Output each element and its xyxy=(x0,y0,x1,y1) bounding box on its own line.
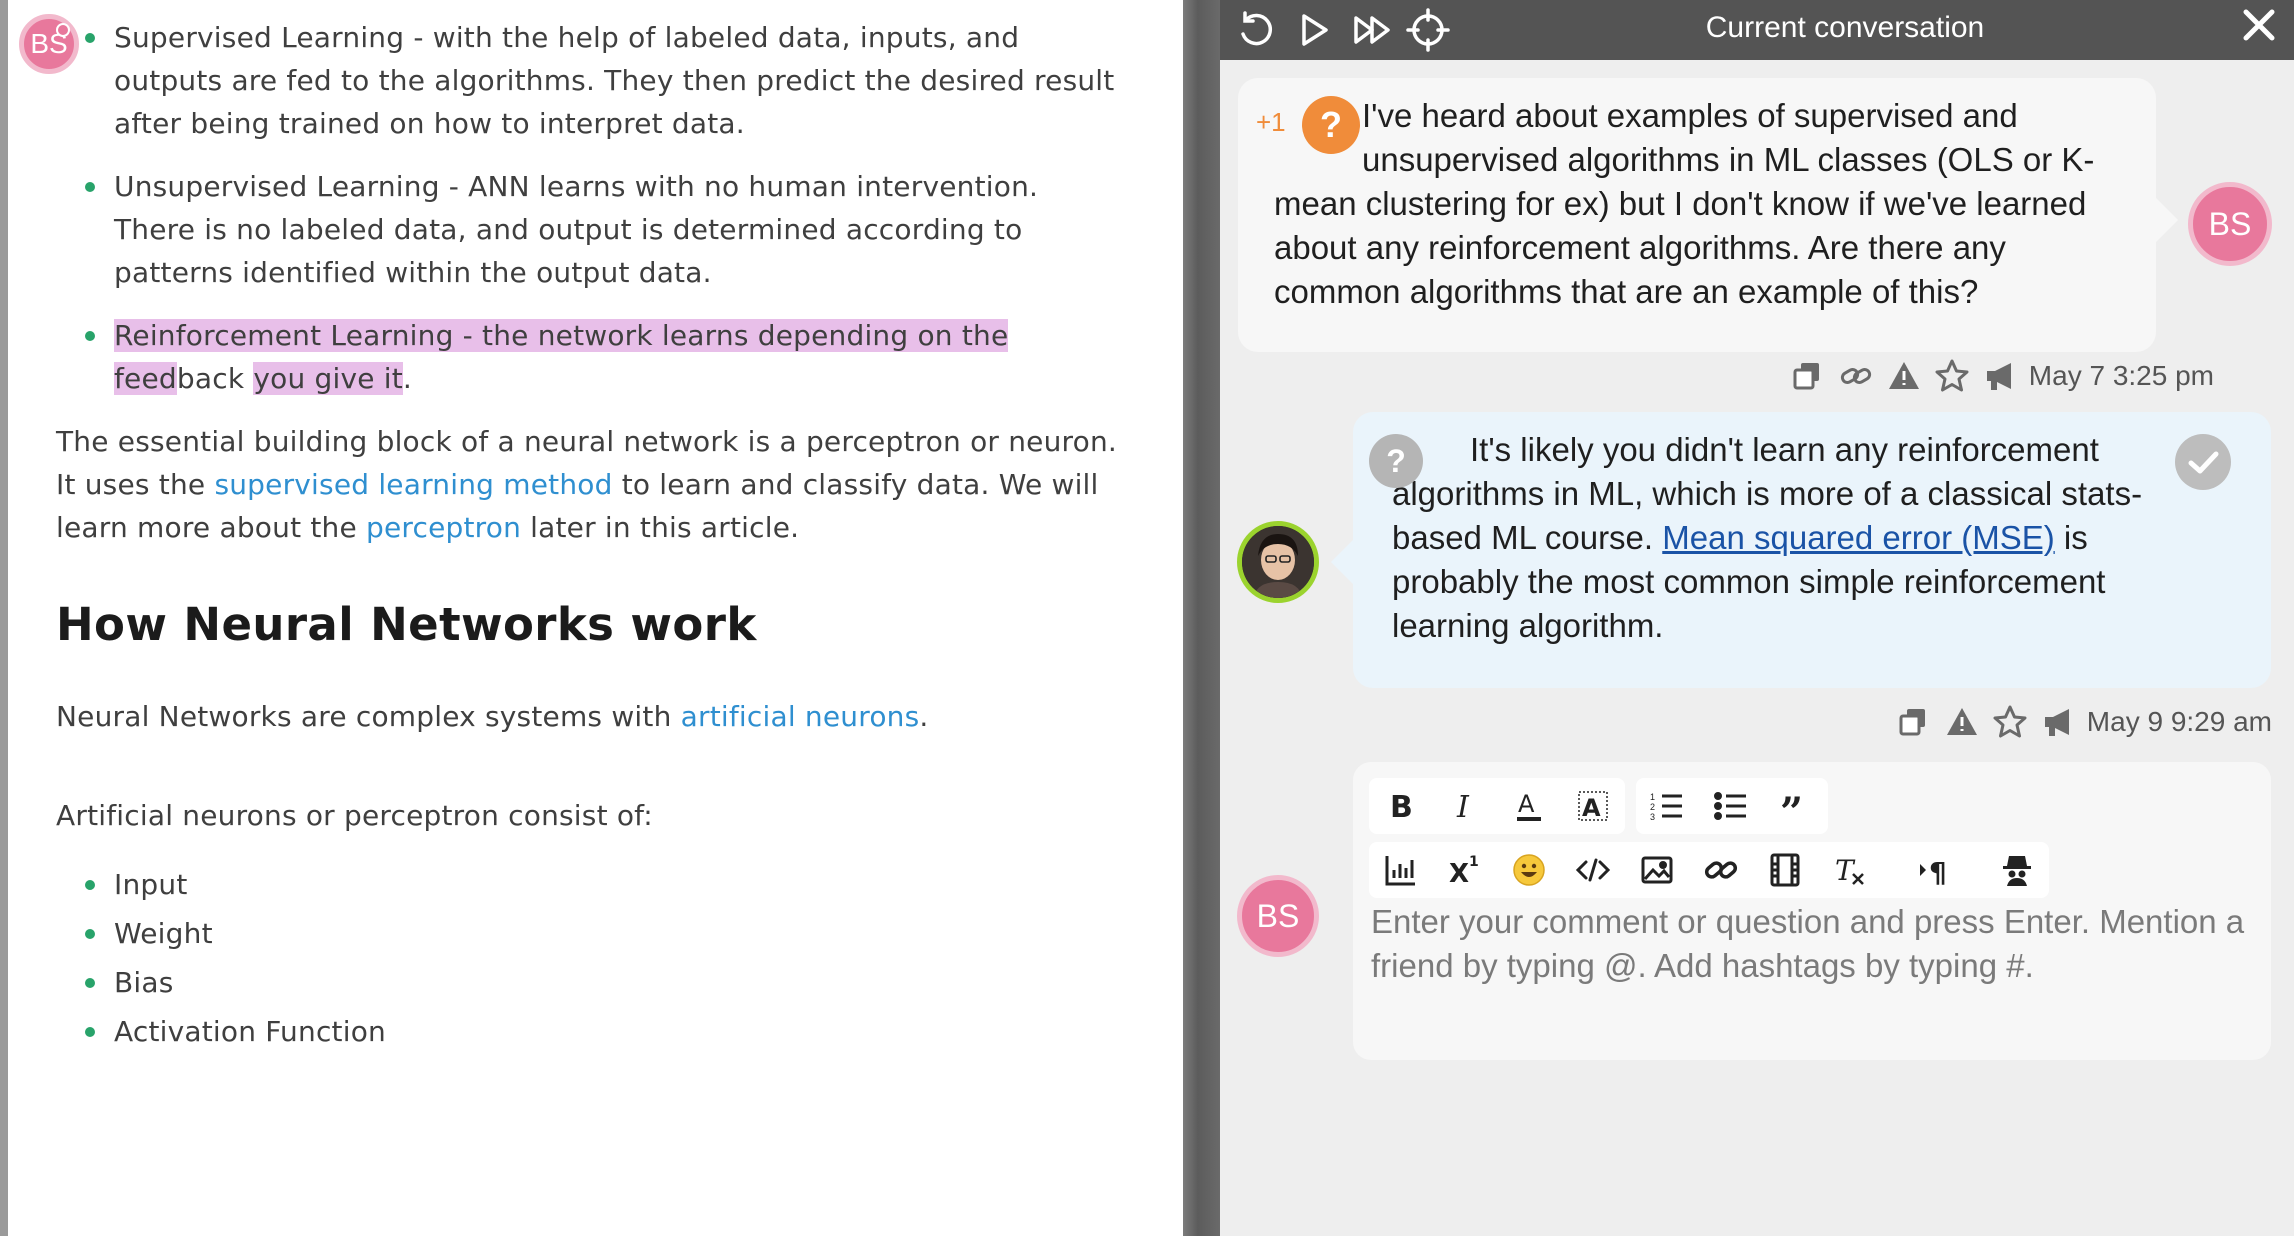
question-message[interactable]: I've heard about examples of supervised … xyxy=(1238,78,2178,352)
list-item: Supervised Learning - with the help of l… xyxy=(85,16,1125,145)
clear-format-icon[interactable]: T xyxy=(1817,842,1881,898)
star-icon[interactable] xyxy=(1933,357,1971,395)
list-item: Activation Function xyxy=(85,1010,1125,1053)
svg-text:1: 1 xyxy=(1650,792,1655,802)
code-icon[interactable] xyxy=(1561,842,1625,898)
question-badge-icon: ? xyxy=(1302,96,1360,154)
author-avatar[interactable]: BS xyxy=(19,14,79,74)
question-timestamp: May 7 3:25 pm xyxy=(2028,360,2214,391)
highlight-color-icon[interactable]: A xyxy=(1561,778,1625,834)
svg-text:1: 1 xyxy=(1469,854,1479,870)
italic-icon[interactable]: I xyxy=(1433,778,1497,834)
svg-text:I: I xyxy=(1456,790,1470,824)
question-badge-icon: ? xyxy=(1369,434,1423,488)
superscript-icon[interactable]: X1 xyxy=(1433,842,1497,898)
report-warning-icon[interactable] xyxy=(1943,703,1981,741)
panel-header: Current conversation xyxy=(1220,0,2294,60)
comment-editor: B I A A 123 ” X 1 T ¶ Enter your comment… xyxy=(1353,762,2271,1060)
mse-link[interactable]: Mean squared error (MSE) xyxy=(1662,519,2054,556)
star-icon[interactable] xyxy=(1991,703,2029,741)
question-author-avatar[interactable]: BS xyxy=(2188,182,2272,266)
svg-text:3: 3 xyxy=(1650,812,1655,822)
bold-icon[interactable]: B xyxy=(1369,778,1433,834)
image-icon[interactable] xyxy=(1625,842,1689,898)
list-item: Weight xyxy=(85,912,1125,955)
list-item-highlighted: Reinforcement Learning - the network lea… xyxy=(85,314,1125,400)
list-item: Bias xyxy=(85,961,1125,1004)
supervised-learning-link[interactable]: supervised learning method xyxy=(214,468,612,501)
svg-text:A: A xyxy=(1582,794,1601,822)
svg-text:T: T xyxy=(1835,854,1856,887)
emoji-icon[interactable] xyxy=(1497,842,1561,898)
paragraph: The essential building block of a neural… xyxy=(56,425,1118,544)
link-icon[interactable] xyxy=(1837,357,1875,395)
svg-text:B: B xyxy=(1390,790,1413,824)
undo-icon[interactable] xyxy=(1234,8,1278,52)
video-icon[interactable] xyxy=(1753,842,1817,898)
responder-avatar[interactable] xyxy=(1237,521,1319,603)
person-photo-icon xyxy=(1242,526,1314,598)
list-item: Input xyxy=(85,863,1125,906)
format-toolbar: B I A A xyxy=(1369,778,1625,834)
insert-link-icon[interactable] xyxy=(1689,842,1753,898)
play-icon[interactable] xyxy=(1292,8,1336,52)
crosshair-icon[interactable] xyxy=(1406,8,1450,52)
paragraph: Artificial neurons or perceptron consist… xyxy=(56,799,653,832)
answer-timestamp: May 9 9:29 am xyxy=(2086,706,2272,737)
question-meta: May 7 3:25 pm xyxy=(1789,356,2214,396)
svg-text:¶: ¶ xyxy=(1929,856,1947,888)
accepted-check-icon[interactable] xyxy=(2175,434,2231,490)
panel-title: Current conversation xyxy=(1705,11,1985,44)
copy-icon[interactable] xyxy=(1789,357,1827,395)
conversation-panel: Current conversation I've heard about ex… xyxy=(1220,0,2294,1236)
anonymous-mode-icon[interactable] xyxy=(1985,842,2049,898)
svg-text:A: A xyxy=(1518,790,1535,818)
svg-text:2: 2 xyxy=(1650,802,1655,812)
answer-message[interactable]: It's likely you didn't learn any reinfor… xyxy=(1331,412,2271,688)
comment-input[interactable] xyxy=(1371,900,2251,1040)
notification-dot xyxy=(56,23,70,37)
section-heading: How Neural Networks work xyxy=(56,598,757,651)
report-warning-icon[interactable] xyxy=(1885,357,1923,395)
article-body: Supervised Learning - with the help of l… xyxy=(56,0,1125,1053)
upvote-count[interactable]: +1 xyxy=(1256,100,1286,144)
megaphone-icon[interactable] xyxy=(1981,357,2019,395)
chart-icon[interactable] xyxy=(1369,842,1433,898)
paragraph: Neural Networks are complex systems with… xyxy=(56,700,929,733)
svg-text:X: X xyxy=(1449,859,1469,888)
copy-icon[interactable] xyxy=(1895,703,1933,741)
blockquote-icon[interactable]: ” xyxy=(1764,778,1828,834)
answer-meta: May 9 9:29 am xyxy=(1895,702,2272,742)
perceptron-link[interactable]: perceptron xyxy=(366,511,521,544)
article-pane: BS Supervised Learning - with the help o… xyxy=(0,0,1183,1236)
close-icon[interactable] xyxy=(2238,4,2280,46)
ordered-list-icon[interactable]: 123 xyxy=(1636,778,1700,834)
list-item: Unsupervised Learning - ANN learns with … xyxy=(85,165,1125,294)
megaphone-icon[interactable] xyxy=(2039,703,2077,741)
highlight-annotation[interactable]: you give it xyxy=(253,362,403,395)
current-user-avatar[interactable]: BS xyxy=(1237,875,1319,957)
artificial-neurons-link[interactable]: artificial neurons xyxy=(681,700,920,733)
insert-toolbar: X1 T ¶ xyxy=(1369,842,2049,898)
question-text: I've heard about examples of supervised … xyxy=(1274,97,2095,310)
paragraph-direction-icon[interactable]: ¶ xyxy=(1903,842,1967,898)
fast-forward-icon[interactable] xyxy=(1350,8,1394,52)
font-color-icon[interactable]: A xyxy=(1497,778,1561,834)
panel-resize-handle[interactable] xyxy=(1183,0,1220,1236)
bullet-list-icon[interactable] xyxy=(1700,778,1764,834)
list-toolbar: 123 ” xyxy=(1636,778,1828,834)
svg-text:”: ” xyxy=(1780,789,1803,824)
